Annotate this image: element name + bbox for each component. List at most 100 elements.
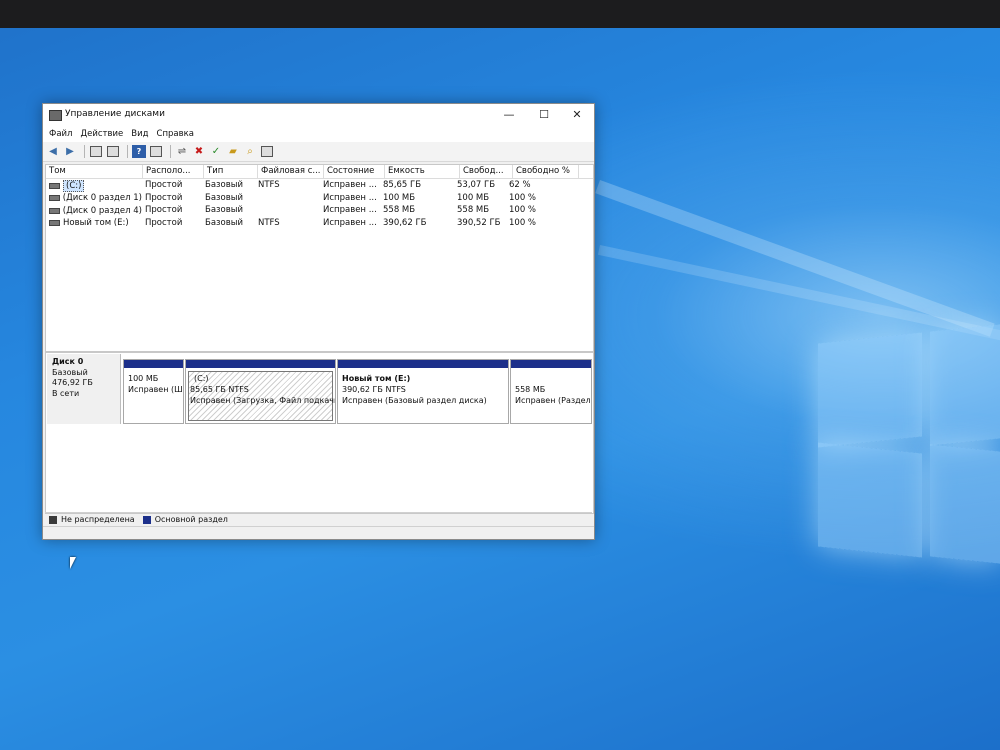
legend-primary: Основной раздел xyxy=(154,515,228,524)
maximize-button[interactable]: ☐ xyxy=(529,106,559,124)
cell-type: Базовый xyxy=(205,192,244,203)
cell-free-space: 100 МБ xyxy=(457,192,490,203)
cell-capacity: 100 МБ xyxy=(383,192,416,203)
cell-free-space: 390,52 ГБ xyxy=(457,217,501,228)
disk-type: Базовый xyxy=(52,367,88,377)
legend: Не распределена Основной раздел xyxy=(45,512,592,526)
partition-status: Исправен (Ш xyxy=(128,385,183,394)
forward-icon[interactable]: ▶ xyxy=(63,145,77,158)
menu-bar: Файл Действие Вид Справка xyxy=(43,126,594,142)
search-icon[interactable]: ⌕ xyxy=(243,145,257,158)
column-status[interactable]: Состояние xyxy=(324,165,385,178)
volume-name: (C:) xyxy=(63,179,85,192)
cell-capacity: 390,62 ГБ xyxy=(383,217,427,228)
cell-free-space: 53,07 ГБ xyxy=(457,180,496,190)
partition-size: 390,62 ГБ NTFS xyxy=(342,385,406,394)
cell-status: Исправен ... xyxy=(323,192,377,203)
partition-size: 85,65 ГБ NTFS xyxy=(190,385,249,394)
settings-icon[interactable] xyxy=(149,145,163,158)
cell-type: Базовый xyxy=(205,217,244,228)
disk-management-icon xyxy=(49,110,62,121)
partition-efi[interactable]: 100 МБ Исправен (Ш xyxy=(123,359,184,424)
status-bar xyxy=(43,526,594,539)
cell-file-system xyxy=(255,192,320,205)
table-row[interactable]: Новый том (E:) Простой Базовый NTFS Испр… xyxy=(46,217,593,230)
disk-management-window: Управление дисками — ☐ ✕ Файл Действие В… xyxy=(42,103,595,540)
minimize-button[interactable]: — xyxy=(494,106,524,124)
partition-name: (C:) xyxy=(194,374,209,383)
toolbar-separator xyxy=(127,145,128,158)
monitor-bezel xyxy=(0,0,1000,28)
help-icon[interactable]: ? xyxy=(132,145,146,158)
disk-icon xyxy=(49,195,60,202)
cell-free-space: 558 МБ xyxy=(457,205,490,215)
table-row[interactable]: (Диск 0 раздел 4) Простой Базовый Исправ… xyxy=(46,204,593,217)
window-title: Управление дисками xyxy=(65,109,165,119)
column-volume[interactable]: Том xyxy=(46,165,143,178)
cell-layout: Простой xyxy=(145,205,183,215)
volume-list: Том Располо... Тип Файловая с... Состоян… xyxy=(45,164,594,352)
cell-layout: Простой xyxy=(145,192,183,203)
column-percent-free[interactable]: Свободно % xyxy=(513,165,579,178)
toolbar-separator xyxy=(170,145,171,158)
partition-recovery[interactable]: 558 МБ Исправен (Раздел xyxy=(510,359,592,424)
cell-status: Исправен ... xyxy=(323,217,377,228)
cell-type: Базовый xyxy=(205,205,244,215)
new-folder-icon[interactable]: ▰ xyxy=(226,145,240,158)
volume-name: Новый том (E:) xyxy=(63,218,129,229)
toolbar: ◀ ▶ ? ⇌ ✖ ✓ ▰ ⌕ xyxy=(43,142,594,162)
cell-layout: Простой xyxy=(145,180,183,190)
cell-status: Исправен ... xyxy=(323,180,377,190)
table-row[interactable]: (C:) Простой Базовый NTFS Исправен ... 8… xyxy=(46,179,593,192)
cell-status: Исправен ... xyxy=(323,205,377,215)
disk-icon xyxy=(49,182,60,189)
menu-action[interactable]: Действие xyxy=(78,126,129,142)
partition-size: 100 МБ xyxy=(128,374,159,383)
windows-logo-pane xyxy=(818,442,922,558)
column-type[interactable]: Тип xyxy=(204,165,258,178)
table-row[interactable]: (Диск 0 раздел 1) Простой Базовый Исправ… xyxy=(46,192,593,205)
properties-icon[interactable] xyxy=(89,145,103,158)
volume-name: (Диск 0 раздел 4) xyxy=(62,205,142,216)
cell-percent-free: 100 % xyxy=(509,217,537,228)
details-icon[interactable] xyxy=(260,145,274,158)
disk-graphical-view: Диск 0 Базовый 476,92 ГБ В сети 100 МБ И… xyxy=(45,352,594,514)
partition-c[interactable]: (C:) 85,65 ГБ NTFS Исправен (Загрузка, Ф… xyxy=(185,359,336,424)
cell-layout: Простой xyxy=(145,217,183,228)
partition-size: 558 МБ xyxy=(515,385,546,394)
menu-view[interactable]: Вид xyxy=(129,126,154,142)
column-layout[interactable]: Располо... xyxy=(143,165,204,178)
partition-bar xyxy=(124,360,183,368)
partition-bar xyxy=(511,360,591,368)
volume-list-header: Том Располо... Тип Файловая с... Состоян… xyxy=(46,165,593,179)
menu-file[interactable]: Файл xyxy=(47,126,78,142)
column-file-system[interactable]: Файловая с... xyxy=(258,165,324,178)
cell-capacity: 85,65 ГБ xyxy=(383,180,422,190)
toolbar-separator xyxy=(84,145,85,158)
column-free-space[interactable]: Свобод... xyxy=(460,165,513,178)
disk-icon xyxy=(49,220,60,227)
cell-file-system xyxy=(255,204,320,217)
partition-status: Исправен (Раздел xyxy=(515,396,591,405)
disk-name: Диск 0 xyxy=(52,357,84,366)
back-icon[interactable]: ◀ xyxy=(46,145,60,158)
connect-icon[interactable]: ⇌ xyxy=(175,145,189,158)
partition-bar xyxy=(186,360,335,368)
menu-help[interactable]: Справка xyxy=(155,126,200,142)
disk-label[interactable]: Диск 0 Базовый 476,92 ГБ В сети xyxy=(47,354,121,424)
unallocated-swatch xyxy=(49,515,57,524)
volume-name: (Диск 0 раздел 1) xyxy=(62,193,142,204)
delete-icon[interactable]: ✖ xyxy=(192,145,206,158)
cell-percent-free: 62 % xyxy=(509,180,531,190)
check-icon[interactable]: ✓ xyxy=(209,145,223,158)
column-capacity[interactable]: Емкость xyxy=(385,165,460,178)
title-bar: Управление дисками — ☐ ✕ xyxy=(43,104,594,126)
windows-logo-pane xyxy=(930,324,1000,446)
cell-file-system: NTFS xyxy=(258,180,280,190)
disk-size: 476,92 ГБ xyxy=(52,378,93,387)
list-view-icon[interactable] xyxy=(106,145,120,158)
mouse-cursor-icon xyxy=(70,557,76,569)
partition-e[interactable]: Новый том (E:) 390,62 ГБ NTFS Исправен (… xyxy=(337,359,509,424)
legend-unallocated: Не распределена xyxy=(61,515,135,524)
close-button[interactable]: ✕ xyxy=(562,106,592,124)
